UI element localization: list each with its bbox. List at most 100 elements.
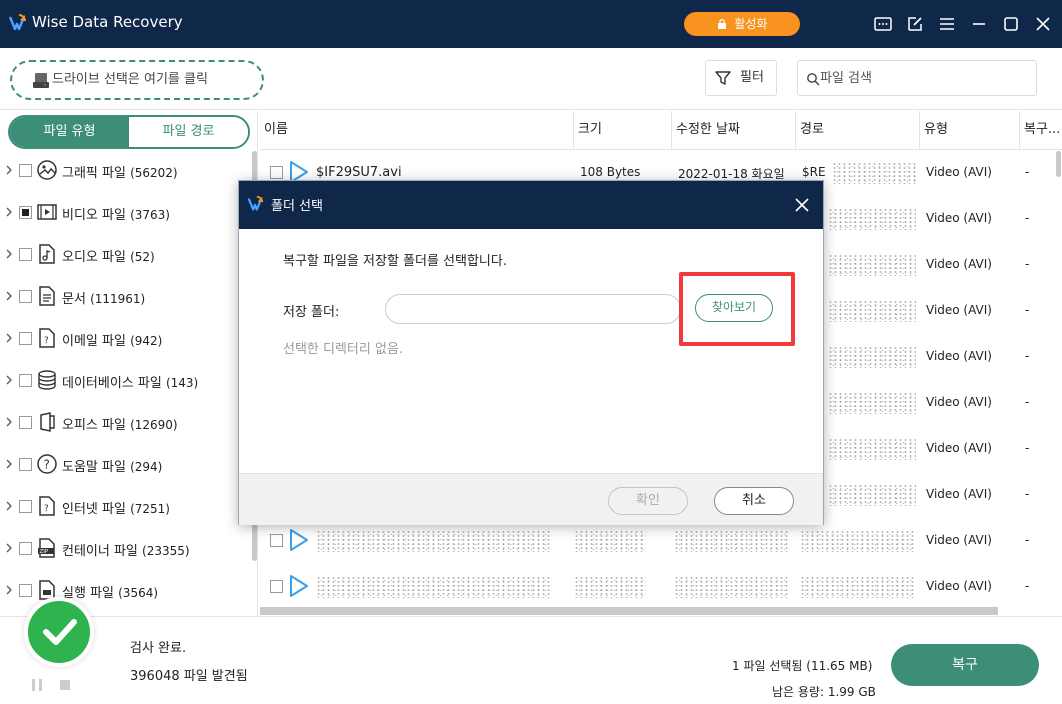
category-checkbox[interactable] [19,248,32,261]
audio-file-icon [39,244,55,264]
pause-icon[interactable] [32,679,42,691]
row-obscured-path [832,162,916,184]
dialog-description: 복구할 파일을 저장할 폴더를 선택합니다. [283,254,507,269]
chevron-right-icon[interactable] [4,417,14,427]
category-label: 그래픽 파일 [62,166,126,181]
ok-button[interactable]: 확인 [608,487,688,515]
row-obscured-path [800,576,916,598]
chevron-right-icon[interactable] [4,459,14,469]
search-box[interactable] [797,60,1037,96]
file-list-header: 이름 크기 수정한 날짜 경로 유형 복구... [260,111,1062,150]
category-checkbox[interactable] [19,206,32,219]
dialog-title-bar: 폴더 선택 [239,181,823,229]
row-recoverability: - [1025,257,1030,271]
drive-select-button[interactable]: 드라이브 선택은 여기를 클릭 [10,60,264,100]
recover-button[interactable]: 복구 [891,644,1039,686]
file-list-horizontal-scrollbar[interactable] [260,607,998,615]
category-item-email[interactable]: ? 이메일 파일 (942) [0,318,250,360]
category-item-video[interactable]: 비디오 파일 (3763) [0,192,250,234]
file-list-vertical-scrollbar[interactable] [1056,151,1061,177]
row-checkbox[interactable] [270,580,283,593]
column-header-name[interactable]: 이름 [260,111,574,149]
stop-icon[interactable] [60,680,70,690]
menu-icon[interactable] [937,14,957,34]
tab-file-path[interactable]: 파일 경로 [129,117,248,147]
category-item-container[interactable]: ZIP 컨테이너 파일 (23355) [0,528,250,570]
filter-label: 필터 [740,70,764,85]
chevron-right-icon[interactable] [4,207,14,217]
save-folder-input[interactable] [385,294,681,324]
category-label: 인터넷 파일 [62,502,126,517]
chevron-right-icon[interactable] [4,543,14,553]
category-count: (23355) [142,544,190,558]
category-item-audio[interactable]: 오디오 파일 (52) [0,234,250,276]
activate-button[interactable]: 활성화 [684,12,800,36]
category-checkbox[interactable] [19,164,32,177]
category-item-help[interactable]: ? 도움말 파일 (294) [0,444,250,486]
category-label: 비디오 파일 [62,208,126,223]
tab-file-type[interactable]: 파일 유형 [10,117,129,147]
category-checkbox[interactable] [19,584,32,597]
row-file-type: Video (AVI) [926,303,992,317]
sidebar: 파일 유형 파일 경로 그래픽 파일 (56202) 비디오 파일 (3763)… [0,111,258,616]
chevron-right-icon[interactable] [4,501,14,511]
category-item-database[interactable]: 데이터베이스 파일 (143) [0,360,250,402]
category-label: 이메일 파일 [62,334,126,349]
column-header-type[interactable]: 유형 [920,111,1020,149]
category-item-documents[interactable]: 문서 (111961) [0,276,250,318]
edit-icon[interactable] [905,14,925,34]
chevron-right-icon[interactable] [4,333,14,343]
category-count: (3564) [118,586,159,600]
row-checkbox[interactable] [270,534,283,547]
chevron-right-icon[interactable] [4,291,14,301]
row-recoverability: - [1025,303,1030,317]
category-checkbox[interactable] [19,458,32,471]
close-icon[interactable] [1033,14,1053,34]
category-checkbox[interactable] [19,542,32,555]
filter-button[interactable]: 필터 [705,60,777,96]
column-header-recoverability[interactable]: 복구... [1020,111,1062,149]
title-bar: Wise Data Recovery 활성화 [0,0,1062,48]
dialog-close-icon[interactable] [795,198,809,212]
category-label: 문서 [62,292,86,307]
maximize-icon[interactable] [1001,14,1021,34]
category-label: 컨테이너 파일 [62,544,138,559]
row-file-type: Video (AVI) [926,211,992,225]
search-input[interactable] [820,62,1030,94]
category-checkbox[interactable] [19,332,32,345]
row-recoverability: - [1025,487,1030,501]
category-item-internet[interactable]: ? 인터넷 파일 (7251) [0,486,250,528]
category-item-graphics[interactable]: 그래픽 파일 (56202) [0,150,250,192]
chevron-right-icon[interactable] [4,585,14,595]
column-header-size[interactable]: 크기 [574,111,672,149]
files-found: 396048 파일 발견됨 [130,669,248,684]
category-checkbox[interactable] [19,290,32,303]
help-file-icon: ? [37,454,57,474]
row-obscured-path [828,484,916,506]
category-item-office[interactable]: 오피스 파일 (12690) [0,402,250,444]
category-checkbox[interactable] [19,374,32,387]
chevron-right-icon[interactable] [4,165,14,175]
row-recoverability: - [1025,165,1030,179]
category-count: (143) [165,376,199,390]
category-label: 도움말 파일 [62,460,126,475]
category-label: 오디오 파일 [62,250,126,265]
column-header-date[interactable]: 수정한 날짜 [672,111,796,149]
row-obscured-path [828,392,916,414]
column-header-path[interactable]: 경로 [796,111,920,149]
cancel-button[interactable]: 취소 [714,487,794,515]
row-obscured-date [674,576,790,598]
feedback-icon[interactable] [873,14,893,34]
table-row[interactable]: Video (AVI) - [260,564,1050,610]
category-checkbox[interactable] [19,500,32,513]
category-checkbox[interactable] [19,416,32,429]
app-logo-icon [8,14,26,31]
category-count: (294) [130,460,163,474]
minimize-icon[interactable] [969,14,989,34]
row-checkbox[interactable] [270,166,283,179]
search-icon [807,73,820,86]
category-count: (56202) [130,166,178,180]
chevron-right-icon[interactable] [4,249,14,259]
chevron-right-icon[interactable] [4,375,14,385]
row-file-size: 108 Bytes [580,165,641,179]
